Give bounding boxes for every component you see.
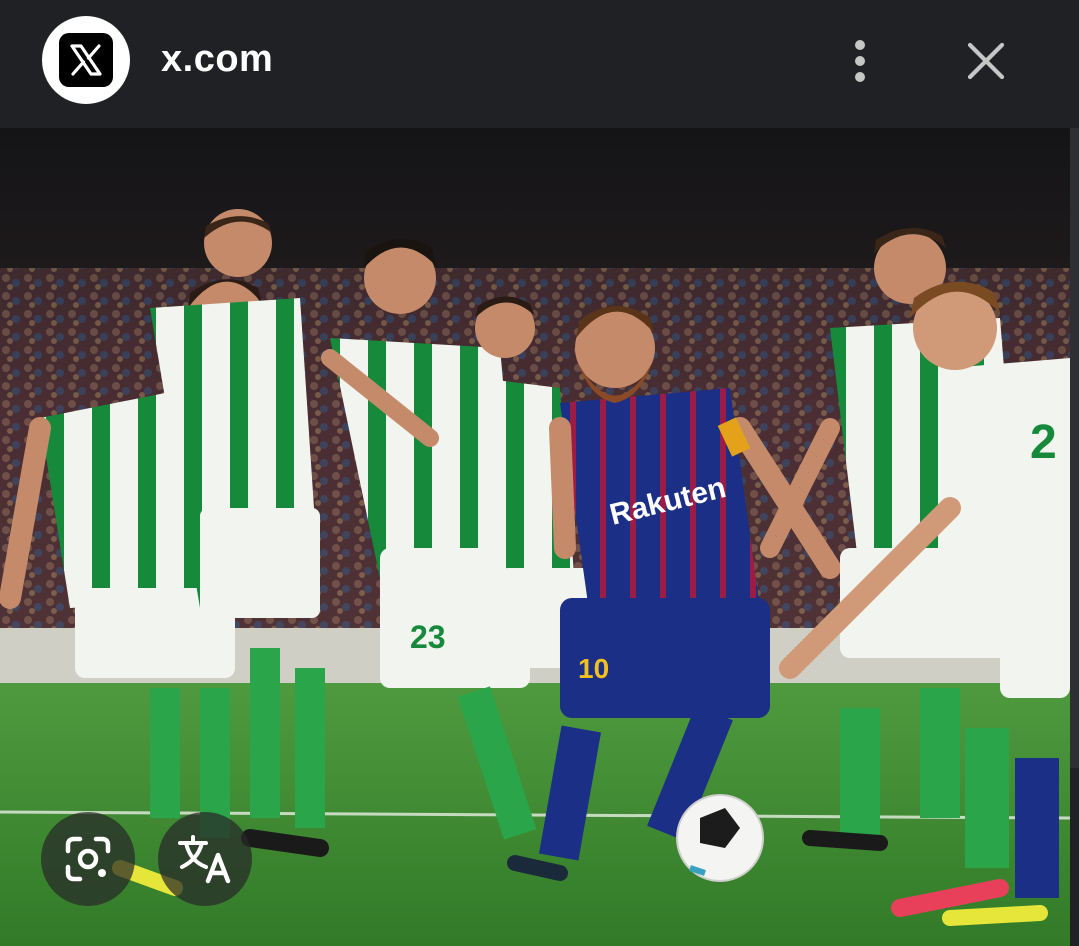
close-tab-button[interactable]: [958, 34, 1014, 88]
scrollbar[interactable]: [1070, 128, 1079, 768]
more-vert-icon-dot: [855, 72, 865, 82]
shirt-number-23: 23: [410, 619, 446, 655]
shirt-number-10: 10: [578, 653, 609, 684]
more-options-button[interactable]: [834, 34, 886, 88]
custom-tab-toolbar: x.com: [0, 0, 1079, 128]
football: [676, 794, 764, 882]
translate-button[interactable]: [158, 812, 252, 906]
google-lens-icon: [65, 836, 111, 882]
more-vert-icon-dot: [855, 56, 865, 66]
close-icon: [967, 42, 1005, 80]
google-lens-button[interactable]: [41, 812, 135, 906]
translate-icon: [178, 835, 231, 884]
photo-illustration: 23 Rakuten 10 2: [0, 128, 1070, 946]
page-url[interactable]: x.com: [161, 38, 273, 81]
football-photo[interactable]: 23 Rakuten 10 2: [0, 128, 1070, 946]
shirt-number-2: 2: [1030, 416, 1057, 469]
x-logo-icon: [59, 33, 113, 87]
site-favicon[interactable]: [42, 16, 130, 104]
more-vert-icon: [855, 40, 865, 50]
